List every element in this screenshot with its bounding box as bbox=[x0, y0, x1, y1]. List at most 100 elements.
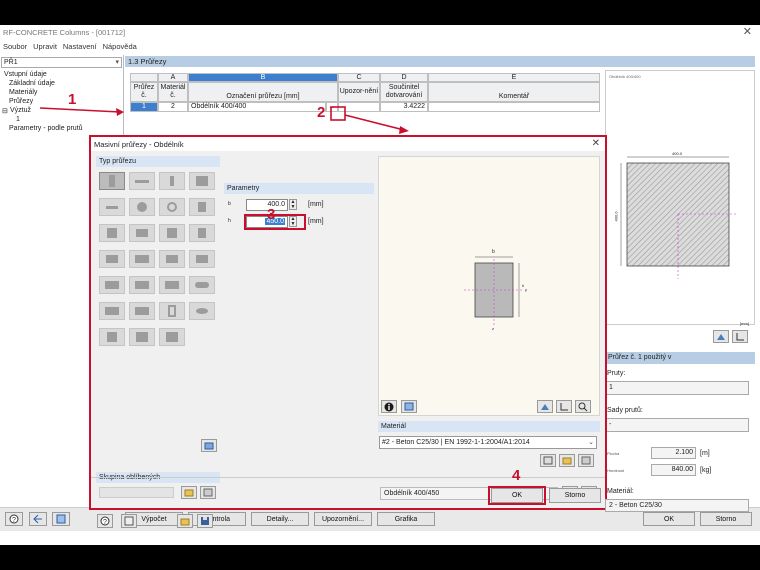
main-cancel-button[interactable]: Storno bbox=[700, 512, 752, 526]
shape-wide-i[interactable] bbox=[159, 328, 185, 346]
tree-parameters[interactable]: Parametry - podle prutů bbox=[9, 125, 83, 132]
add-favorite-button[interactable] bbox=[181, 486, 197, 499]
menu-nastaveni[interactable]: Nastavení bbox=[63, 42, 97, 51]
dialog-save-button[interactable] bbox=[197, 514, 213, 528]
graphics-button[interactable]: Grafika bbox=[377, 512, 435, 526]
shape-ellipse[interactable] bbox=[189, 302, 215, 320]
shape-ring[interactable] bbox=[159, 198, 185, 216]
member-sets-value[interactable]: - bbox=[605, 418, 749, 432]
library-browse-button[interactable]: … bbox=[326, 102, 338, 112]
row-comment[interactable] bbox=[428, 102, 600, 112]
b-unit: [mm] bbox=[308, 201, 324, 208]
shape-inverted-t[interactable] bbox=[159, 172, 185, 190]
tree-basic-data[interactable]: Základní údaje bbox=[9, 80, 55, 87]
view-options-button[interactable] bbox=[401, 400, 417, 413]
weight-unit: [kg] bbox=[700, 467, 712, 474]
info-button[interactable] bbox=[381, 400, 397, 413]
shape-oval[interactable] bbox=[189, 276, 215, 294]
new-material-button[interactable] bbox=[559, 454, 575, 467]
b-spinner[interactable]: ▲ ▼ bbox=[289, 199, 297, 210]
dialog-close-icon[interactable]: ✕ bbox=[592, 138, 600, 149]
shape-box[interactable] bbox=[159, 302, 185, 320]
menu-napoveda[interactable]: Nápověda bbox=[103, 42, 137, 51]
shape-offset[interactable] bbox=[189, 250, 215, 268]
shape-z-section[interactable] bbox=[159, 224, 185, 242]
tree-input-data[interactable]: Vstupní údaje bbox=[4, 71, 47, 78]
shape-triple-t[interactable] bbox=[159, 276, 185, 294]
shape-t-haunch[interactable] bbox=[129, 302, 155, 320]
library-icon bbox=[204, 442, 214, 449]
row-section-no[interactable]: 1 bbox=[130, 102, 158, 112]
dimension-view-button[interactable] bbox=[732, 330, 748, 343]
dialog-import-button[interactable] bbox=[177, 514, 193, 528]
close-icon[interactable]: ✕ bbox=[743, 25, 752, 38]
row-warnings[interactable] bbox=[338, 102, 380, 112]
section-view-button[interactable] bbox=[713, 330, 729, 343]
dialog-cancel-button[interactable]: Storno bbox=[549, 488, 601, 503]
dialog-help-button[interactable]: ? bbox=[97, 514, 113, 528]
tree-cross-sections[interactable]: Průřezy bbox=[9, 98, 33, 105]
tree-reinforcement-1[interactable]: 1 bbox=[16, 116, 20, 123]
tree-expand-icon[interactable]: ⊟ bbox=[2, 107, 8, 115]
edit-material-button[interactable] bbox=[578, 454, 594, 467]
app-window: RF-CONCRETE Columns - [001712] ✕ Soubor … bbox=[0, 25, 760, 545]
export-button[interactable] bbox=[52, 512, 70, 526]
shape-circle[interactable] bbox=[129, 198, 155, 216]
import-button[interactable] bbox=[29, 512, 47, 526]
main-ok-button[interactable]: OK bbox=[643, 512, 695, 526]
load-case-select[interactable]: PŘ1 ▾ bbox=[1, 57, 122, 68]
menu-soubor[interactable]: Soubor bbox=[3, 42, 27, 51]
dialog-units-button[interactable] bbox=[121, 514, 137, 528]
shape-l-section[interactable] bbox=[99, 250, 125, 268]
tree-materials[interactable]: Materiály bbox=[9, 89, 37, 96]
shape-i-beam[interactable] bbox=[189, 172, 215, 190]
help-icon: ? bbox=[100, 516, 110, 526]
shape-t-beam[interactable] bbox=[129, 172, 155, 190]
edit-favorite-button[interactable] bbox=[200, 486, 216, 499]
shape-double-l[interactable] bbox=[129, 250, 155, 268]
shape-channel[interactable] bbox=[129, 224, 155, 242]
dimension-icon bbox=[560, 403, 568, 411]
shape-u-section[interactable] bbox=[99, 224, 125, 242]
members-value[interactable]: 1 bbox=[605, 381, 749, 395]
shape-rectangle[interactable] bbox=[99, 172, 125, 190]
header-warnings: Upozor-nění bbox=[338, 82, 380, 102]
zoom-button[interactable] bbox=[575, 400, 591, 413]
shape-pi-section[interactable] bbox=[99, 276, 125, 294]
shape-step[interactable] bbox=[159, 250, 185, 268]
shape-t-flange[interactable] bbox=[99, 198, 125, 216]
col-letter-b[interactable]: B bbox=[188, 73, 338, 82]
sketch-label-b: b bbox=[492, 249, 495, 255]
chevron-down-icon: ▾ bbox=[115, 59, 119, 66]
annotation-1: 1 bbox=[68, 91, 77, 108]
table-corner bbox=[130, 73, 158, 82]
shape-trapezoid[interactable] bbox=[99, 302, 125, 320]
material-select[interactable]: #2 - Beton C25/30 | EN 1992-1-1:2004/A1:… bbox=[379, 436, 597, 449]
row-material-no[interactable]: 2 bbox=[158, 102, 188, 112]
col-letter-c: C bbox=[338, 73, 380, 82]
row-designation[interactable]: Obdélník 400/400 bbox=[188, 102, 326, 112]
annotation-2: 2 bbox=[317, 104, 326, 121]
view-options-icon bbox=[404, 402, 414, 411]
h-label: h bbox=[228, 218, 231, 224]
details-button[interactable]: Detaily... bbox=[251, 512, 309, 526]
annotation-3: 3 bbox=[267, 206, 276, 223]
menu-upravit[interactable]: Upravit bbox=[33, 42, 57, 51]
section-library-button[interactable] bbox=[201, 439, 217, 452]
favorites-select[interactable] bbox=[99, 487, 174, 498]
dialog-section-view-button[interactable] bbox=[537, 400, 553, 413]
area-unit: [m] bbox=[700, 450, 710, 457]
material-group: Materiál #2 - Beton C25/30 | EN 1992-1-1… bbox=[378, 421, 600, 473]
shape-double-t[interactable] bbox=[129, 276, 155, 294]
shape-hollow-rect[interactable] bbox=[189, 198, 215, 216]
shape-tapered[interactable] bbox=[189, 224, 215, 242]
dialog-dimension-button[interactable] bbox=[556, 400, 572, 413]
material-library-button[interactable] bbox=[540, 454, 556, 467]
shape-triple-web[interactable] bbox=[129, 328, 155, 346]
shape-double-web[interactable] bbox=[99, 328, 125, 346]
tree-reinforcement[interactable]: Výztuž bbox=[10, 107, 31, 114]
help-icon: ? bbox=[9, 514, 19, 524]
row-creep[interactable]: 3.4222 bbox=[380, 102, 428, 112]
help-button[interactable]: ? bbox=[5, 512, 23, 526]
warnings-button[interactable]: Upozornění... bbox=[314, 512, 372, 526]
